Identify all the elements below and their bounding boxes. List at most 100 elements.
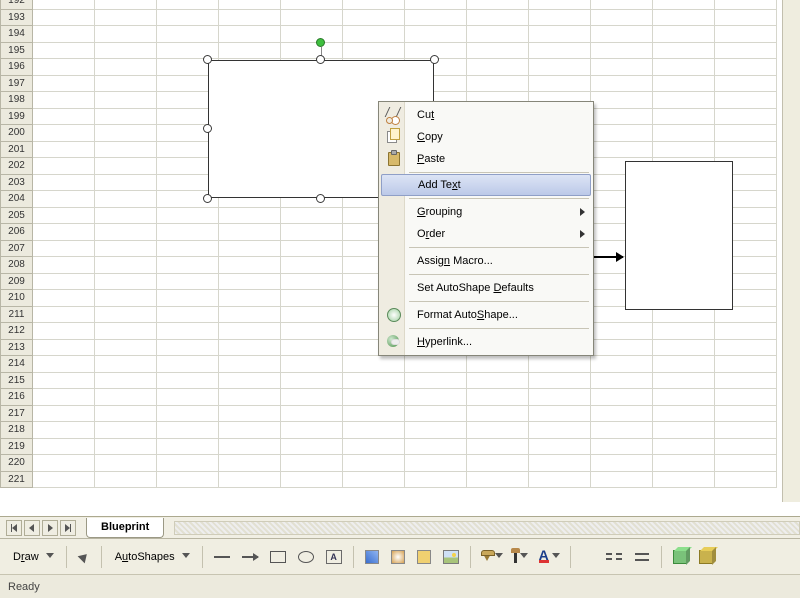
cell[interactable] bbox=[33, 42, 95, 59]
cell[interactable] bbox=[591, 455, 653, 472]
cell[interactable] bbox=[591, 471, 653, 488]
cell[interactable] bbox=[467, 455, 529, 472]
cell[interactable] bbox=[157, 356, 219, 373]
cell[interactable] bbox=[467, 372, 529, 389]
cell[interactable] bbox=[343, 455, 405, 472]
cell[interactable] bbox=[33, 356, 95, 373]
cell[interactable] bbox=[157, 323, 219, 340]
menu-item-add-text[interactable]: Add Text bbox=[381, 174, 591, 196]
3d-style-button[interactable] bbox=[694, 545, 718, 569]
cell[interactable] bbox=[467, 59, 529, 76]
cell[interactable] bbox=[157, 372, 219, 389]
cell[interactable] bbox=[219, 389, 281, 406]
cell[interactable] bbox=[529, 438, 591, 455]
cell[interactable] bbox=[219, 438, 281, 455]
cell[interactable] bbox=[529, 372, 591, 389]
cell[interactable] bbox=[591, 405, 653, 422]
cell[interactable] bbox=[219, 0, 281, 9]
cell[interactable] bbox=[653, 141, 715, 158]
cell[interactable] bbox=[33, 306, 95, 323]
cell[interactable] bbox=[467, 0, 529, 9]
row-header[interactable]: 197 bbox=[1, 75, 33, 92]
cell[interactable] bbox=[157, 438, 219, 455]
cell[interactable] bbox=[219, 306, 281, 323]
cell[interactable] bbox=[343, 471, 405, 488]
row-header[interactable]: 198 bbox=[1, 92, 33, 109]
cell[interactable] bbox=[591, 372, 653, 389]
cell[interactable] bbox=[33, 323, 95, 340]
sheet-tab-active[interactable]: Blueprint bbox=[86, 518, 164, 538]
row-header[interactable]: 208 bbox=[1, 257, 33, 274]
cell[interactable] bbox=[219, 240, 281, 257]
cell[interactable] bbox=[591, 59, 653, 76]
cell[interactable] bbox=[95, 438, 157, 455]
cell[interactable] bbox=[591, 356, 653, 373]
cell[interactable] bbox=[219, 257, 281, 274]
row-header[interactable]: 212 bbox=[1, 323, 33, 340]
rectangle-tool-button[interactable] bbox=[265, 545, 291, 569]
cell[interactable] bbox=[715, 59, 777, 76]
tab-nav-next[interactable] bbox=[42, 520, 58, 536]
tab-nav-prev[interactable] bbox=[24, 520, 40, 536]
cell[interactable] bbox=[95, 92, 157, 109]
row-header[interactable]: 195 bbox=[1, 42, 33, 59]
cell[interactable] bbox=[95, 191, 157, 208]
cell[interactable] bbox=[281, 240, 343, 257]
cell[interactable] bbox=[591, 108, 653, 125]
cell[interactable] bbox=[529, 0, 591, 9]
cell[interactable] bbox=[405, 372, 467, 389]
cell[interactable] bbox=[591, 0, 653, 9]
insert-clip-art-button[interactable] bbox=[412, 545, 436, 569]
cell[interactable] bbox=[33, 9, 95, 26]
cell[interactable] bbox=[653, 389, 715, 406]
dash-style-button[interactable] bbox=[601, 545, 627, 569]
cell[interactable] bbox=[715, 356, 777, 373]
cell[interactable] bbox=[33, 290, 95, 307]
cell[interactable] bbox=[653, 438, 715, 455]
cell[interactable] bbox=[33, 108, 95, 125]
cell[interactable] bbox=[343, 26, 405, 43]
cell[interactable] bbox=[33, 273, 95, 290]
row-header[interactable]: 204 bbox=[1, 191, 33, 208]
cell[interactable] bbox=[281, 455, 343, 472]
cell[interactable] bbox=[33, 174, 95, 191]
row-header[interactable]: 202 bbox=[1, 158, 33, 175]
cell[interactable] bbox=[33, 405, 95, 422]
row-header[interactable]: 206 bbox=[1, 224, 33, 241]
cell[interactable] bbox=[591, 42, 653, 59]
text-box-button[interactable]: A bbox=[321, 545, 347, 569]
cell[interactable] bbox=[281, 273, 343, 290]
cell[interactable] bbox=[715, 26, 777, 43]
cell[interactable] bbox=[653, 59, 715, 76]
resize-handle-s[interactable] bbox=[316, 194, 325, 203]
cell[interactable] bbox=[343, 9, 405, 26]
cell[interactable] bbox=[219, 42, 281, 59]
cell[interactable] bbox=[715, 42, 777, 59]
cell[interactable] bbox=[591, 141, 653, 158]
menu-item-paste[interactable]: Paste bbox=[381, 148, 591, 170]
menu-item-hyperlink[interactable]: Hyperlink... bbox=[381, 331, 591, 353]
cell[interactable] bbox=[715, 0, 777, 9]
cell[interactable] bbox=[95, 224, 157, 241]
cell[interactable] bbox=[529, 356, 591, 373]
insert-wordart-button[interactable] bbox=[360, 545, 384, 569]
cell[interactable] bbox=[715, 108, 777, 125]
cell[interactable] bbox=[281, 9, 343, 26]
cell[interactable] bbox=[653, 42, 715, 59]
row-header[interactable]: 200 bbox=[1, 125, 33, 142]
cell[interactable] bbox=[343, 42, 405, 59]
cell[interactable] bbox=[157, 405, 219, 422]
cell[interactable] bbox=[529, 26, 591, 43]
cell[interactable] bbox=[95, 372, 157, 389]
cell[interactable] bbox=[281, 42, 343, 59]
row-header[interactable]: 207 bbox=[1, 240, 33, 257]
tab-nav-last[interactable] bbox=[60, 520, 76, 536]
cell[interactable] bbox=[529, 9, 591, 26]
row-header[interactable]: 220 bbox=[1, 455, 33, 472]
cell[interactable] bbox=[95, 174, 157, 191]
cell[interactable] bbox=[343, 356, 405, 373]
cell[interactable] bbox=[715, 339, 777, 356]
shadow-style-button[interactable] bbox=[668, 545, 692, 569]
draw-menu-button[interactable]: Draw bbox=[6, 545, 60, 569]
row-header[interactable]: 216 bbox=[1, 389, 33, 406]
